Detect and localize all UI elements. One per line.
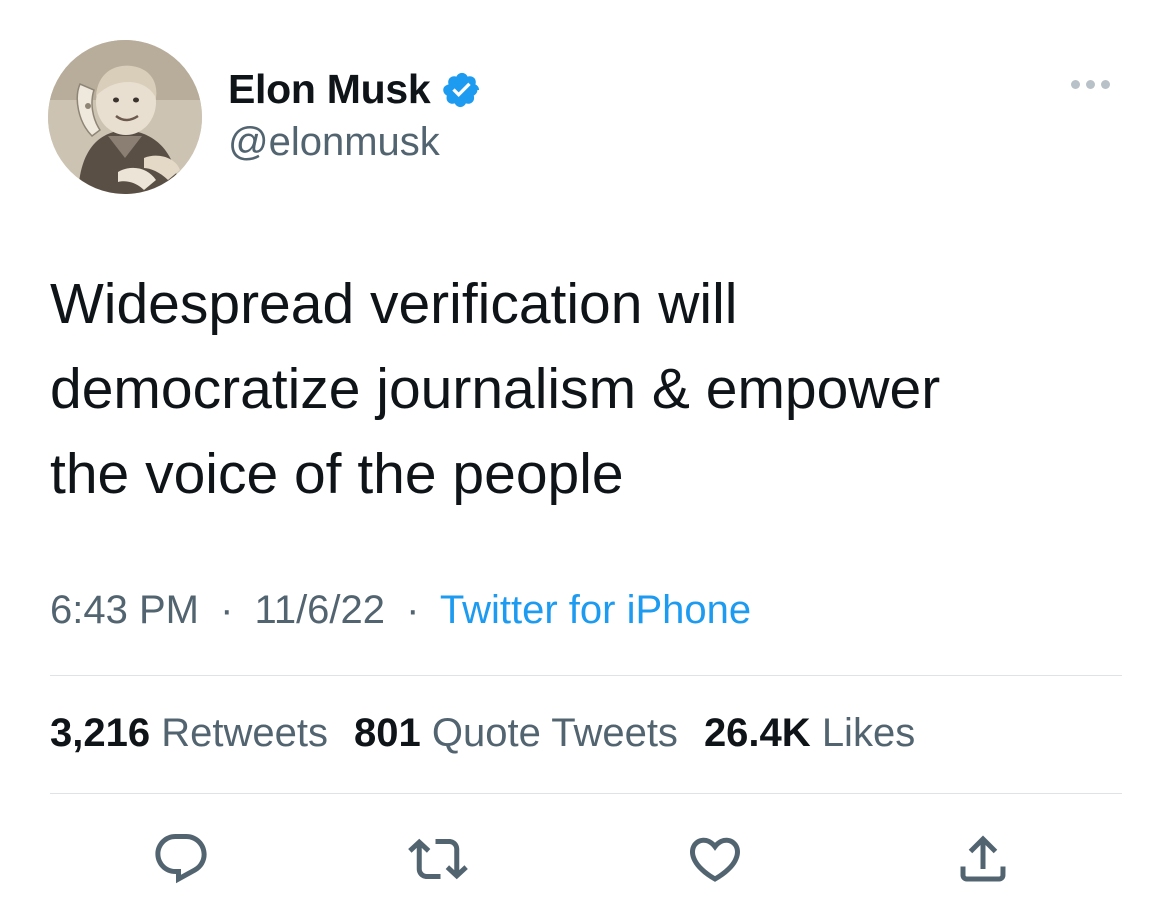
retweets-label: Retweets [161,711,328,755]
quote-tweets-count: 801 [353,711,421,755]
tweet-source-link[interactable]: Twitter for iPhone [440,588,751,632]
heart-icon [689,837,741,882]
retweet-button[interactable] [406,827,470,891]
verified-badge-icon [442,70,482,110]
tweet-text-line: democratize journalism & empower [50,357,941,421]
tweet-time[interactable]: 6:43 PM [50,588,199,632]
share-icon [960,835,1006,882]
divider [50,675,1122,676]
author-handle[interactable]: @elonmusk [228,120,440,165]
retweets-stat[interactable]: 3,216 Retweets [50,711,328,756]
tweet-meta: 6:43 PM · 11/6/22 · Twitter for iPhone [50,588,751,633]
tweet-detail: Elon Musk @elonmusk Widespread verificat… [0,0,1169,910]
share-button[interactable] [951,827,1015,891]
tweet-actions [0,827,1169,897]
tweet-date[interactable]: 11/6/22 [255,588,386,632]
divider [50,793,1122,794]
meta-separator: · [406,588,420,632]
reply-button[interactable] [149,827,213,891]
display-name[interactable]: Elon Musk [228,66,431,113]
more-icon[interactable] [1071,80,1110,89]
author-name-row[interactable]: Elon Musk [228,66,482,113]
tweet-text: Widespread verification will democratize… [50,262,1130,517]
avatar-image [48,40,202,194]
tweet-text-line: Widespread verification will [50,272,738,336]
likes-stat[interactable]: 26.4K Likes [704,711,915,756]
retweet-icon [408,838,468,880]
quote-tweets-label: Quote Tweets [431,711,678,755]
likes-count: 26.4K [703,711,811,755]
meta-separator: · [220,588,234,632]
like-button[interactable] [683,827,747,891]
quote-tweets-stat[interactable]: 801 Quote Tweets [354,711,678,756]
tweet-text-line: the voice of the people [50,442,624,506]
avatar[interactable] [48,40,202,194]
likes-label: Likes [821,711,916,755]
retweets-count: 3,216 [50,711,151,755]
tweet-stats: 3,216 Retweets 801 Quote Tweets 26.4K Li… [50,711,915,756]
reply-icon [155,834,207,884]
